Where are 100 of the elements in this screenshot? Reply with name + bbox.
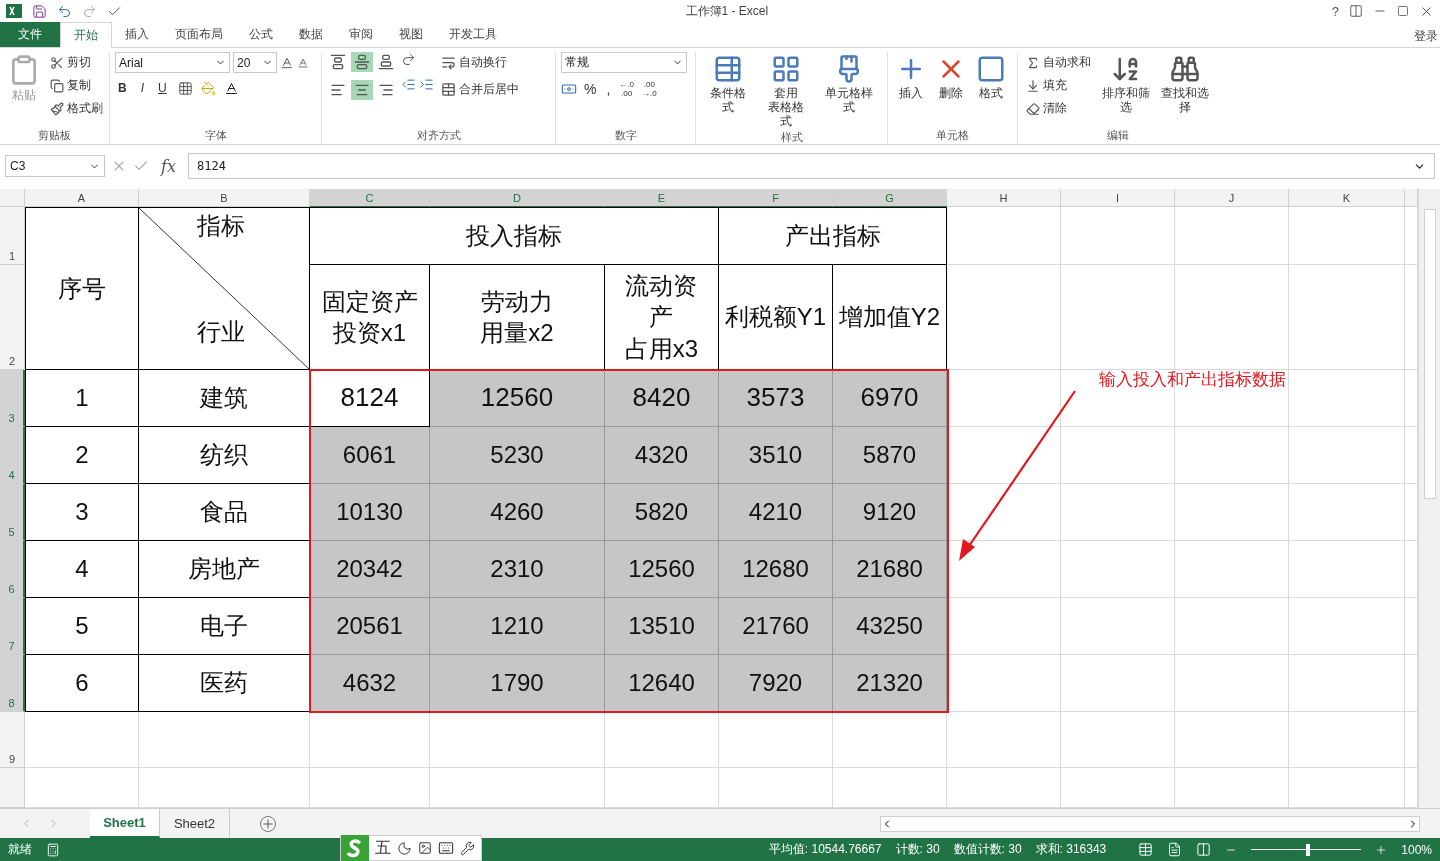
column-header[interactable]: C <box>310 189 430 207</box>
merge-center-button[interactable]: 合并后居中 <box>438 79 522 100</box>
table-cell[interactable]: 1210 <box>430 598 605 655</box>
formula-field[interactable]: 8124 <box>187 153 1435 179</box>
empty-cell[interactable] <box>947 712 1061 768</box>
empty-cell[interactable] <box>947 265 1061 370</box>
empty-cell[interactable] <box>1289 207 1405 265</box>
function-button[interactable]: fx <box>155 156 182 176</box>
empty-cell[interactable] <box>1061 484 1175 541</box>
empty-cell[interactable] <box>1061 655 1175 712</box>
vertical-scrollbar[interactable] <box>1418 189 1440 808</box>
column-header[interactable]: D <box>430 189 605 207</box>
editing-button[interactable]: 查找和选择 <box>1157 52 1213 116</box>
empty-cell[interactable] <box>1061 598 1175 655</box>
empty-cell[interactable] <box>1061 207 1175 265</box>
table-cell[interactable]: 9120 <box>833 484 947 541</box>
clipboard-button[interactable]: 剪切 <box>47 52 106 73</box>
table-cell[interactable]: 4260 <box>430 484 605 541</box>
empty-cell[interactable] <box>430 712 605 768</box>
select-all-button[interactable] <box>0 189 25 207</box>
font-color-icon[interactable] <box>223 80 239 96</box>
style-button[interactable]: 条件格式 <box>701 52 755 116</box>
cells-button[interactable]: 删除 <box>933 52 969 102</box>
ribbon-tab[interactable]: 公式 <box>236 22 286 47</box>
ribbon-tab[interactable]: 数据 <box>286 22 336 47</box>
editing-button[interactable]: 排序和筛选 <box>1098 52 1154 116</box>
shrink-font-icon[interactable] <box>297 56 309 69</box>
decrease-indent-icon[interactable] <box>401 77 416 92</box>
table-cell[interactable]: 21760 <box>719 598 833 655</box>
empty-cell[interactable] <box>139 712 310 768</box>
table-cell[interactable]: 21320 <box>833 655 947 712</box>
decimal-button[interactable]: ←.0 .00 <box>617 80 636 98</box>
cells-button[interactable]: 插入 <box>893 52 929 102</box>
sign-in-link[interactable]: 登录 <box>1414 22 1440 47</box>
empty-cell[interactable] <box>1175 484 1289 541</box>
empty-cell[interactable] <box>1175 541 1289 598</box>
empty-cell[interactable] <box>1175 655 1289 712</box>
table-cell[interactable]: 20561 <box>310 598 430 655</box>
restore-icon[interactable] <box>1397 5 1409 17</box>
row-header[interactable]: 7 <box>0 598 25 655</box>
font-size-field[interactable]: 20 <box>233 52 277 73</box>
row-header[interactable]: 2 <box>0 265 25 370</box>
name-box[interactable]: C3 <box>5 155 105 177</box>
font-style-button[interactable]: U <box>155 79 170 97</box>
style-button[interactable]: 单元格样式 <box>816 52 882 116</box>
ribbon-tab[interactable]: 审阅 <box>336 22 386 47</box>
style-button[interactable]: 套用 表格格式 <box>758 52 813 130</box>
save-icon[interactable] <box>32 3 47 19</box>
empty-cell[interactable] <box>1289 541 1405 598</box>
empty-cell[interactable] <box>1175 712 1289 768</box>
table-cell[interactable]: 4632 <box>310 655 430 712</box>
empty-cell[interactable] <box>1289 265 1405 370</box>
table-cell[interactable]: 12680 <box>719 541 833 598</box>
empty-cell[interactable] <box>1061 265 1175 370</box>
clipboard-button[interactable]: 复制 <box>47 75 106 96</box>
empty-cell[interactable] <box>833 712 947 768</box>
table-cell[interactable]: 5870 <box>833 427 947 484</box>
empty-cell[interactable] <box>605 712 719 768</box>
ribbon-tab[interactable]: 开发工具 <box>436 22 510 47</box>
help-button[interactable]: ? <box>1331 3 1339 19</box>
column-header[interactable]: E <box>605 189 719 207</box>
column-header[interactable]: H <box>947 189 1061 207</box>
empty-cell[interactable] <box>1289 370 1405 427</box>
keyboard-icon[interactable] <box>438 840 454 856</box>
empty-cell[interactable] <box>310 712 430 768</box>
grow-font-icon[interactable] <box>280 55 294 70</box>
moon-icon[interactable] <box>397 840 412 856</box>
editing-button[interactable]: 填充 <box>1023 75 1094 96</box>
row-header[interactable]: 5 <box>0 484 25 541</box>
row-header[interactable]: 6 <box>0 541 25 598</box>
zoom-thumb[interactable] <box>1306 843 1311 856</box>
ribbon-tab[interactable]: 文件 <box>0 22 60 47</box>
column-header[interactable]: G <box>833 189 947 207</box>
table-cell[interactable]: 4210 <box>719 484 833 541</box>
page-break-icon[interactable] <box>1196 842 1212 857</box>
number-style-button[interactable]: , <box>603 79 614 99</box>
font-style-button[interactable]: B <box>115 79 130 97</box>
empty-cell[interactable] <box>1175 207 1289 265</box>
column-header[interactable]: F <box>719 189 833 207</box>
number-style-button[interactable]: % <box>581 79 600 99</box>
fill-color-icon[interactable] <box>200 80 216 96</box>
column-header[interactable]: I <box>1061 189 1175 207</box>
clipboard-button[interactable]: 格式刷 <box>47 98 106 119</box>
editing-button[interactable]: 清除 <box>1023 98 1094 119</box>
table-cell[interactable]: 13510 <box>605 598 719 655</box>
redo-icon[interactable] <box>82 3 97 19</box>
empty-cell[interactable] <box>1175 598 1289 655</box>
normal-view-icon[interactable] <box>1138 842 1154 857</box>
table-cell[interactable]: 21680 <box>833 541 947 598</box>
table-cell[interactable]: 7920 <box>719 655 833 712</box>
zoom-in-icon[interactable] <box>1375 843 1388 856</box>
ribbon-tab[interactable]: 视图 <box>386 22 436 47</box>
table-cell[interactable]: 43250 <box>833 598 947 655</box>
ribbon-display-icon[interactable] <box>1349 4 1363 18</box>
table-cell[interactable]: 20342 <box>310 541 430 598</box>
empty-cell[interactable] <box>947 207 1061 265</box>
horizontal-scrollbar[interactable] <box>880 815 1420 832</box>
row-header[interactable]: 8 <box>0 655 25 712</box>
empty-cell[interactable] <box>1175 427 1289 484</box>
table-cell[interactable]: 6970 <box>833 370 947 427</box>
